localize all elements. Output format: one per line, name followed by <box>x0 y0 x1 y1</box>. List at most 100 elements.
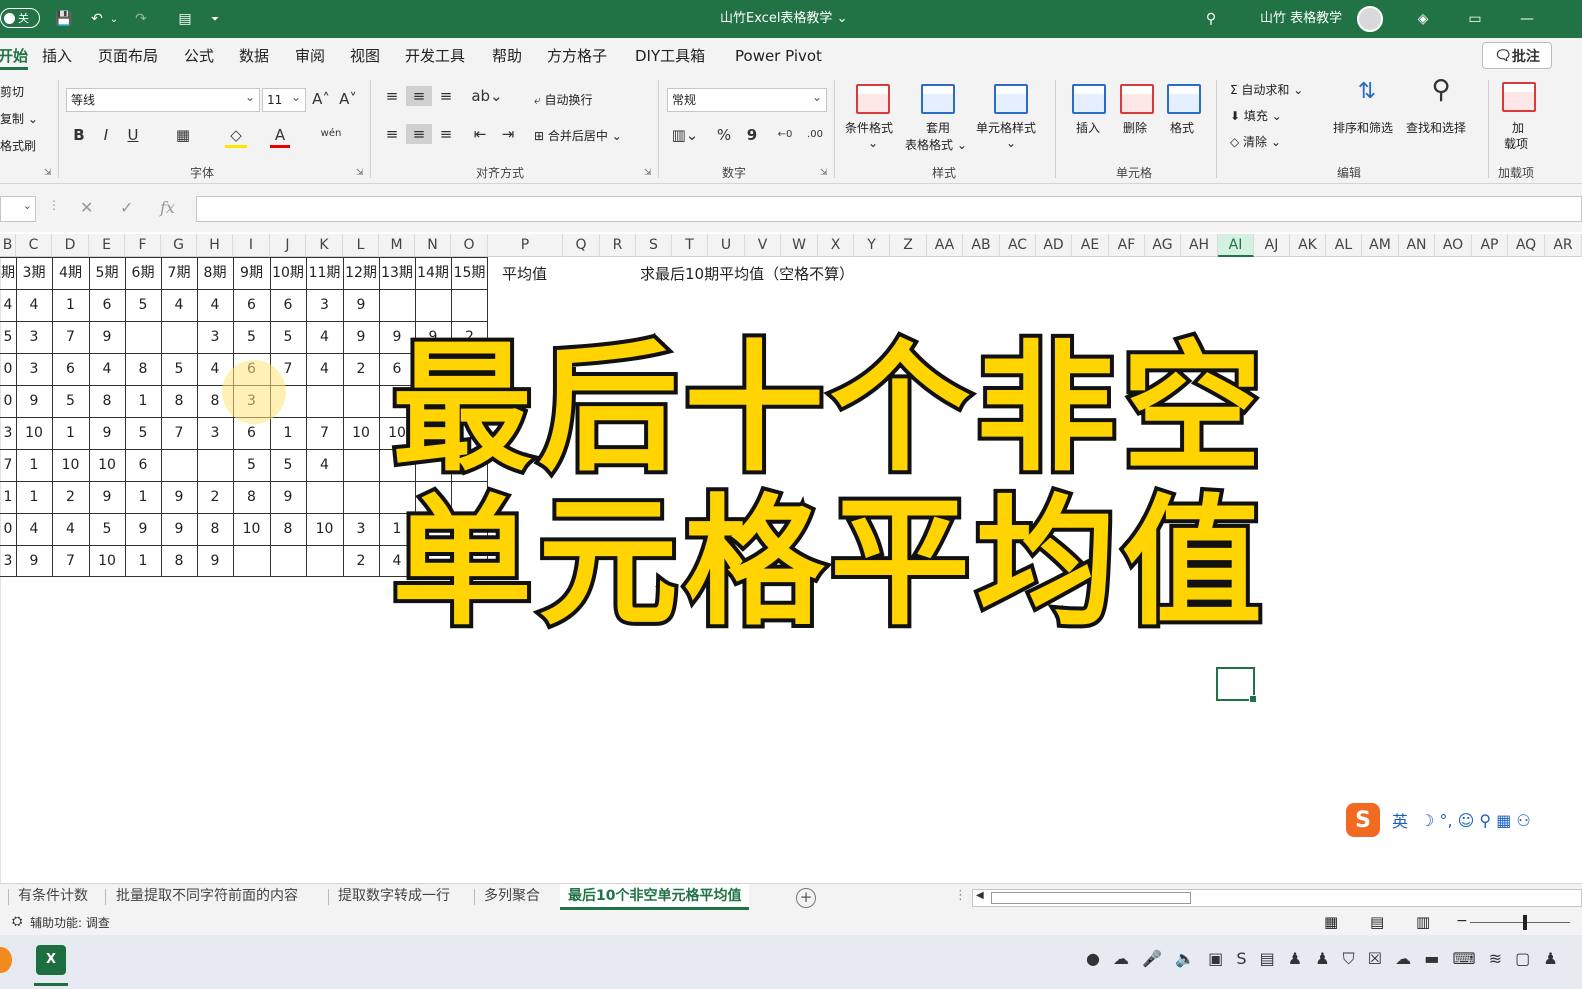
clear-button[interactable]: ◇ 清除 ⌄ <box>1230 133 1281 150</box>
table-cell[interactable]: 0 <box>0 353 16 385</box>
search-icon[interactable]: ⚲ <box>1200 0 1222 38</box>
column-header[interactable]: C <box>16 234 52 257</box>
average-header[interactable]: 平均值 <box>502 263 547 284</box>
table-cell[interactable]: 8 <box>125 353 161 385</box>
table-cell[interactable]: 3 <box>306 289 343 321</box>
undo-icon[interactable]: ↶ <box>86 0 108 38</box>
number-format-dropdown[interactable]: 常规 <box>667 86 827 112</box>
tab-page-layout[interactable]: 页面布局 <box>98 38 158 74</box>
table-cell[interactable]: 9 <box>343 289 379 321</box>
table-cell[interactable]: 2 <box>197 481 233 513</box>
table-cell[interactable] <box>343 385 379 417</box>
ime-language[interactable]: 英 <box>1392 808 1408 832</box>
column-header[interactable]: AO <box>1435 234 1472 257</box>
cell-styles-button[interactable]: 单元格样式 <box>976 119 1036 136</box>
table-cell[interactable]: 7 <box>0 449 16 481</box>
align-bottom-icon[interactable]: ≡ <box>434 86 458 106</box>
fill-button[interactable]: ⬇ 填充 ⌄ <box>1230 107 1282 124</box>
sheet-tab-active[interactable]: 最后10个非空单元格平均值 <box>560 884 750 910</box>
zoom-slider-thumb[interactable] <box>1523 915 1527 930</box>
column-header[interactable]: B <box>0 234 16 257</box>
table-cell[interactable]: 3 <box>0 417 16 449</box>
table-cell[interactable] <box>451 289 488 321</box>
tab-review[interactable]: 审阅 <box>295 38 325 74</box>
save-icon[interactable]: 💾 <box>52 0 76 38</box>
tab-home[interactable]: 开始 <box>0 38 29 74</box>
table-header-cell[interactable]: 5期 <box>89 257 125 289</box>
column-header[interactable]: I <box>233 234 270 257</box>
minimize-icon[interactable]: — <box>1516 0 1538 38</box>
font-launcher-icon[interactable]: ⇲ <box>356 168 364 178</box>
insert-function-icon[interactable]: fx <box>160 198 175 217</box>
table-cell[interactable]: 3 <box>197 417 233 449</box>
tab-view[interactable]: 视图 <box>350 38 380 74</box>
table-cell[interactable]: 3 <box>0 545 16 577</box>
table-cell[interactable]: 10 <box>89 449 125 481</box>
align-left-icon[interactable]: ≡ <box>380 124 404 144</box>
table-cell[interactable]: 10 <box>343 417 379 449</box>
table-header-cell[interactable]: 8期 <box>197 257 233 289</box>
format-as-table-icon[interactable] <box>921 84 955 114</box>
table-cell[interactable]: 10 <box>306 513 343 545</box>
table-cell[interactable] <box>233 545 270 577</box>
column-header[interactable]: AC <box>1000 234 1036 257</box>
autosave-toggle[interactable]: 关 <box>0 8 40 28</box>
enter-icon[interactable]: ✓ <box>120 198 133 217</box>
grow-font-button[interactable]: A˄ <box>311 89 331 109</box>
decrease-decimal-icon[interactable]: .00 <box>804 125 826 145</box>
table-cell[interactable]: 4 <box>161 289 197 321</box>
font-color-icon[interactable]: A <box>270 125 290 148</box>
table-cell[interactable]: 5 <box>0 321 16 353</box>
table-cell[interactable]: 4 <box>197 289 233 321</box>
table-header-cell[interactable]: 13期 <box>379 257 415 289</box>
wrap-text-button[interactable]: ⤶ 自动换行 <box>534 91 593 108</box>
table-cell[interactable]: 4 <box>16 513 52 545</box>
column-header[interactable]: X <box>818 234 854 257</box>
sheet-tab[interactable]: 多列聚合 <box>484 884 540 910</box>
column-header[interactable]: AB <box>963 234 1000 257</box>
column-header[interactable]: K <box>306 234 343 257</box>
table-cell[interactable]: 10 <box>52 449 89 481</box>
autosum-button[interactable]: Σ 自动求和 ⌄ <box>1230 81 1303 98</box>
column-header[interactable]: AG <box>1145 234 1181 257</box>
underline-button[interactable]: U <box>124 125 142 145</box>
table-cell[interactable]: 1 <box>16 449 52 481</box>
column-header[interactable]: U <box>708 234 745 257</box>
table-cell[interactable]: 9 <box>16 545 52 577</box>
delete-cells-icon[interactable] <box>1120 84 1154 114</box>
column-header[interactable]: V <box>745 234 781 257</box>
table-cell[interactable]: 5 <box>89 513 125 545</box>
column-header[interactable]: AM <box>1362 234 1399 257</box>
delete-cells-button[interactable]: 删除 <box>1123 119 1147 136</box>
column-header[interactable]: AR <box>1545 234 1582 257</box>
task-note[interactable]: 求最后10期平均值（空格不算） <box>640 263 854 284</box>
column-header[interactable]: AE <box>1072 234 1109 257</box>
table-cell[interactable]: 3 <box>16 353 52 385</box>
table-cell[interactable]: 7 <box>306 417 343 449</box>
conditional-format-button[interactable]: 条件格式 <box>845 119 893 136</box>
table-cell[interactable] <box>343 449 379 481</box>
column-header[interactable]: O <box>451 234 488 257</box>
table-cell[interactable]: 7 <box>52 545 89 577</box>
ime-tool-icons[interactable]: ☽ °, ☺ ⚲ ▦ ⚇ <box>1420 811 1531 830</box>
scrollbar-thumb[interactable] <box>991 892 1191 904</box>
table-cell[interactable]: 1 <box>270 417 306 449</box>
column-header[interactable]: AQ <box>1508 234 1545 257</box>
formula-input[interactable] <box>196 196 1582 222</box>
table-cell[interactable]: 9 <box>125 513 161 545</box>
tab-help[interactable]: 帮助 <box>492 38 522 74</box>
table-cell[interactable] <box>270 545 306 577</box>
format-as-table-label-2[interactable]: 表格格式 ⌄ <box>905 136 967 153</box>
table-cell[interactable]: 9 <box>161 513 197 545</box>
table-cell[interactable]: 9 <box>161 481 197 513</box>
copy-button[interactable]: 复制 ⌄ <box>0 110 38 127</box>
table-cell[interactable]: 1 <box>52 417 89 449</box>
align-middle-icon[interactable]: ≡ <box>406 86 432 106</box>
table-header-cell[interactable]: 4期 <box>52 257 89 289</box>
table-cell[interactable]: 9 <box>89 481 125 513</box>
addins-label-2[interactable]: 载项 <box>1504 135 1528 152</box>
table-cell[interactable]: 6 <box>89 289 125 321</box>
table-cell[interactable]: 1 <box>52 289 89 321</box>
cancel-icon[interactable]: ✕ <box>80 198 93 217</box>
table-cell[interactable]: 8 <box>233 481 270 513</box>
